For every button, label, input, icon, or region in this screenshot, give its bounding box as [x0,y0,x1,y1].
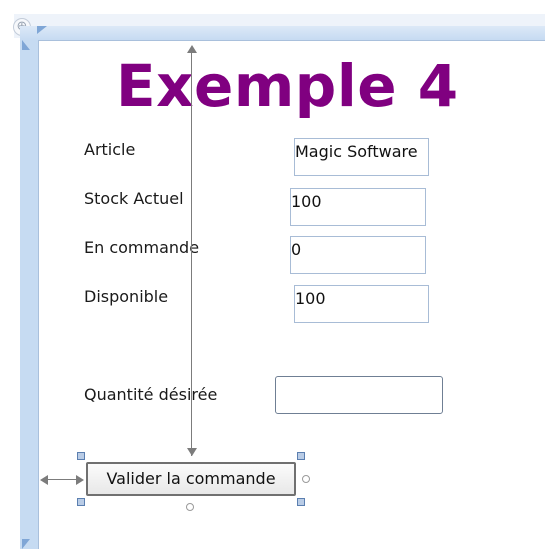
resize-handle-right[interactable] [302,475,310,483]
disponible-field[interactable]: 100 [294,285,429,323]
form-frame-top [20,26,545,40]
stock-actuel-field[interactable]: 100 [290,188,426,226]
disponible-label: Disponible [84,287,169,306]
resize-handle-top-right[interactable] [297,452,305,460]
resize-handle-bottom[interactable] [186,503,194,511]
quantite-desiree-label: Quantité désirée [84,385,218,404]
resize-handle-bottom-right[interactable] [297,498,305,506]
article-field[interactable]: Magic Software [294,138,429,176]
resize-handle-bottom-left[interactable] [77,498,85,506]
en-commande-field[interactable]: 0 [290,236,426,274]
article-label: Article [84,140,136,159]
en-commande-label: En commande [84,238,200,257]
quantite-desiree-input[interactable] [275,376,443,414]
page-title: Exemple 4 [116,52,459,120]
guide-left-arrow-icon [40,475,48,485]
vertical-guide-line [191,52,192,456]
form-designer: ⊕ Exemple 4 Article Magic Software Stock… [0,0,545,549]
guide-down-arrow-icon [187,448,197,456]
stock-actuel-label: Stock Actuel [84,189,184,208]
frame-left-arrow-icon [22,40,30,50]
frame-corner-arrow-icon [37,26,47,34]
frame-bottom-arrow-icon [22,539,30,549]
guide-up-arrow-icon [187,45,197,53]
valider-commande-button[interactable]: Valider la commande [86,462,296,496]
resize-handle-top-left[interactable] [77,452,85,460]
